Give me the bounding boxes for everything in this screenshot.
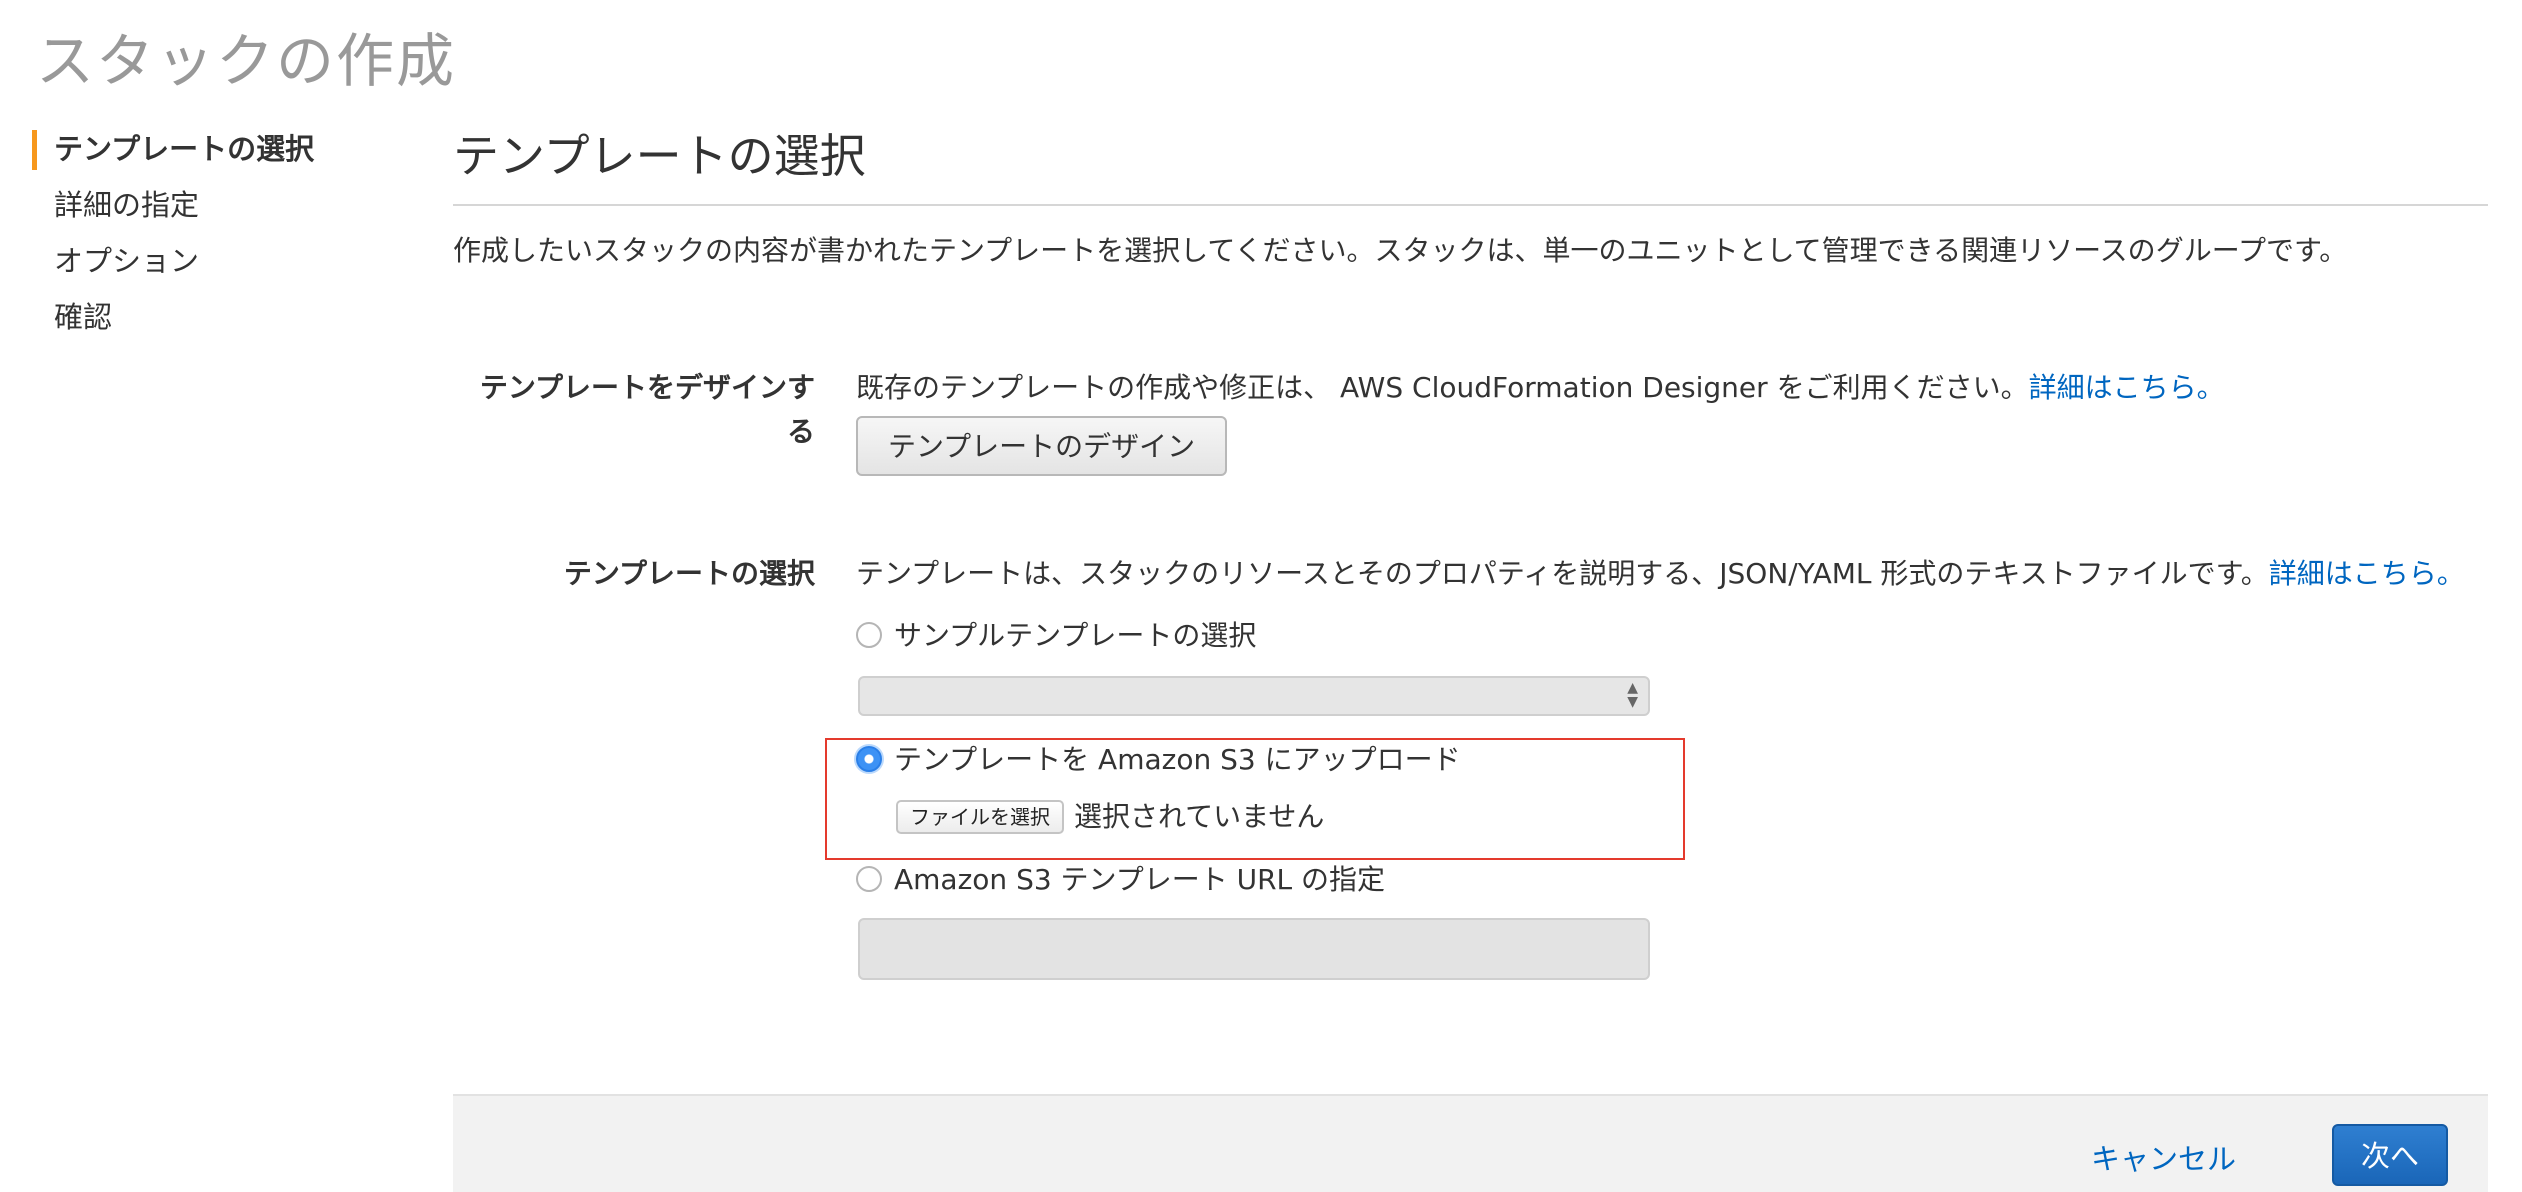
- cancel-link[interactable]: キャンセル: [2091, 1136, 2236, 1178]
- step-review[interactable]: 確認: [32, 294, 392, 350]
- choose-description-text: テンプレートは、スタックのリソースとそのプロパティを説明する、JSON/YAML…: [856, 557, 2269, 590]
- template-url-input[interactable]: [858, 918, 1650, 980]
- sample-template-select[interactable]: ▲ ▼: [858, 676, 1650, 716]
- design-template-button[interactable]: テンプレートのデザイン: [856, 416, 1228, 476]
- intro-text: 作成したいスタックの内容が書かれたテンプレートを選択してください。スタックは、単…: [453, 234, 2348, 267]
- step-options[interactable]: オプション: [32, 238, 392, 294]
- sample-template-label: サンプルテンプレートの選択: [894, 619, 1257, 652]
- step-select-template[interactable]: テンプレートの選択: [32, 126, 392, 182]
- sample-template-option[interactable]: サンプルテンプレートの選択: [856, 614, 1256, 658]
- sample-template-radio[interactable]: [856, 622, 882, 648]
- design-description-text: 既存のテンプレートの作成や修正は、 AWS CloudFormation Des…: [856, 371, 2029, 404]
- upload-option-highlight: [825, 738, 1685, 860]
- design-template-body: 既存のテンプレートの作成や修正は、 AWS CloudFormation Des…: [856, 366, 2488, 476]
- section-title: テンプレートの選択: [453, 120, 2488, 206]
- design-learn-more-link[interactable]: 詳細はこちら。: [2029, 371, 2225, 404]
- page-title: スタックの作成: [36, 27, 457, 95]
- url-template-label: Amazon S3 テンプレート URL の指定: [894, 863, 1386, 896]
- wizard-steps: テンプレートの選択 詳細の指定 オプション 確認: [32, 126, 392, 350]
- design-template-label-text: テンプレートをデザインする: [479, 371, 815, 448]
- next-button[interactable]: 次へ: [2332, 1124, 2448, 1186]
- create-stack-page: スタックの作成 テンプレートの選択 詳細の指定 オプション 確認 テンプレートの…: [0, 0, 2522, 1192]
- wizard-footer: キャンセル 次へ: [453, 1094, 2488, 1192]
- main-content: テンプレートの選択 作成したいスタックの内容が書かれたテンプレートを選択してくだ…: [453, 120, 2488, 980]
- design-template-row: テンプレートをデザインする 既存のテンプレートの作成や修正は、 AWS Clou…: [453, 366, 2488, 506]
- select-arrows-icon: ▲ ▼: [1627, 680, 1638, 710]
- step-details[interactable]: 詳細の指定: [32, 182, 392, 238]
- choose-description: テンプレートは、スタックのリソースとそのプロパティを説明する、JSON/YAML…: [856, 552, 2488, 596]
- url-template-radio[interactable]: [856, 866, 882, 892]
- url-template-option[interactable]: Amazon S3 テンプレート URL の指定: [856, 858, 1385, 902]
- choose-learn-more-link[interactable]: 詳細はこちら。: [2269, 557, 2465, 590]
- design-description: 既存のテンプレートの作成や修正は、 AWS CloudFormation Des…: [856, 366, 2488, 410]
- choose-template-label: テンプレートの選択: [563, 557, 815, 590]
- design-template-label: テンプレートをデザインする: [453, 366, 815, 454]
